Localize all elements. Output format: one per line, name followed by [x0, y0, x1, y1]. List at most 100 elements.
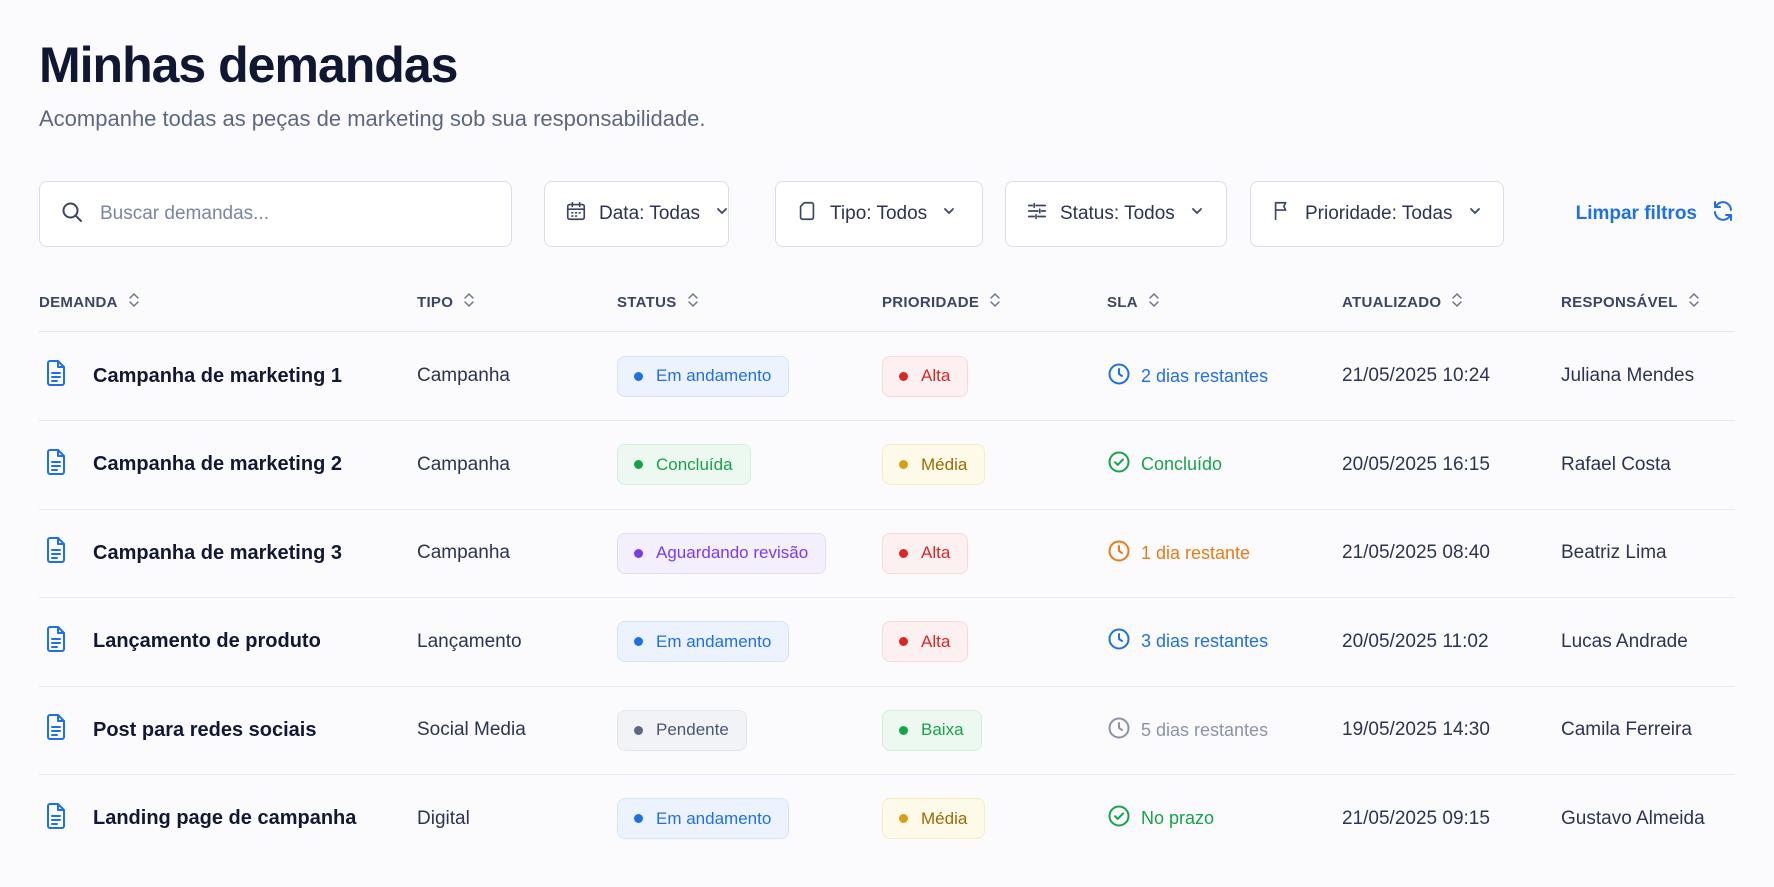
- status-badge: Concluída: [617, 444, 751, 485]
- table-header: DEMANDA TIPO STATUS PRIORIDADE SLA ATUAL…: [39, 270, 1735, 332]
- chevron-down-icon: [941, 203, 957, 225]
- document-icon: [45, 537, 67, 569]
- file-icon: [796, 200, 818, 228]
- updated-cell: 21/05/2025 08:40: [1342, 542, 1490, 563]
- sort-icon: [1148, 292, 1160, 312]
- sla-cell: 3 dias restantes: [1107, 598, 1268, 686]
- clock-icon: [1107, 539, 1131, 568]
- column-header-prioridade[interactable]: PRIORIDADE: [882, 292, 1001, 312]
- status-cell: Concluída: [617, 421, 751, 509]
- calendar-icon: [565, 200, 587, 228]
- date-filter-button[interactable]: Data: Todas: [544, 181, 729, 247]
- date-filter-label: Data: Todas: [599, 203, 701, 224]
- priority-badge: Baixa: [882, 709, 982, 751]
- demand-name-cell[interactable]: Landing page de campanha: [45, 775, 356, 863]
- document-icon: [45, 802, 67, 835]
- priority-cell: Alta: [882, 332, 969, 420]
- column-header-sla[interactable]: SLA: [1107, 292, 1160, 312]
- table-row[interactable]: Lançamento de produto Lançamento Em anda…: [39, 598, 1735, 687]
- sla-cell: 1 dia restante: [1107, 509, 1250, 597]
- status-badge: Aguardando revisão: [617, 532, 827, 574]
- search-icon: [60, 200, 84, 229]
- status-cell: Aguardando revisão: [617, 509, 827, 597]
- updated-cell: 19/05/2025 14:30: [1342, 719, 1490, 740]
- priority-cell: Alta: [882, 509, 969, 597]
- updated-cell: 21/05/2025 09:15: [1342, 807, 1490, 829]
- clear-filters-button[interactable]: Limpar filtros: [1576, 181, 1735, 247]
- sla-cell: 2 dias restantes: [1107, 332, 1268, 420]
- column-header-demanda[interactable]: DEMANDA: [39, 292, 140, 312]
- priority-filter-label: Prioridade: Todas: [1305, 203, 1453, 224]
- status-badge: Em andamento: [617, 798, 790, 839]
- sla-label: 3 dias restantes: [1141, 631, 1269, 651]
- filter-bar: Buscar demandas... Data: Todas Tipo: Tod…: [39, 181, 1735, 247]
- priority-label: Alta: [921, 366, 951, 385]
- priority-cell: Alta: [882, 598, 969, 686]
- type-filter-button[interactable]: Tipo: Todos: [775, 181, 983, 247]
- priority-dot: [899, 371, 908, 381]
- table-row[interactable]: Campanha de marketing 3 Campanha Aguarda…: [39, 509, 1735, 598]
- demand-name: Post para redes sociais: [93, 718, 317, 741]
- search-input[interactable]: Buscar demandas...: [39, 181, 512, 247]
- priority-badge: Média: [882, 444, 986, 485]
- chevron-down-icon: [1189, 203, 1205, 225]
- demand-name: Campanha de marketing 3: [93, 541, 342, 564]
- demand-name: Lançamento de produto: [93, 630, 321, 652]
- priority-dot: [899, 460, 908, 469]
- status-badge: Pendente: [617, 709, 747, 751]
- type-cell: Social Media: [417, 719, 526, 740]
- priority-dot: [899, 814, 908, 823]
- demand-name-cell[interactable]: Campanha de marketing 3: [45, 509, 342, 597]
- clock-icon: [1107, 627, 1131, 656]
- refresh-icon: [1711, 199, 1735, 229]
- sort-icon: [1688, 292, 1700, 312]
- sort-icon: [128, 292, 140, 312]
- check-circle-icon: [1107, 804, 1131, 833]
- demand-name-cell[interactable]: Campanha de marketing 2: [45, 421, 342, 509]
- status-dot: [634, 371, 643, 381]
- document-icon: [45, 360, 67, 392]
- demand-name: Campanha de marketing 1: [93, 364, 342, 387]
- priority-dot: [899, 548, 908, 558]
- priority-badge: Alta: [882, 532, 969, 574]
- status-dot: [634, 725, 643, 735]
- status-label: Aguardando revisão: [656, 543, 809, 562]
- table-row[interactable]: Campanha de marketing 1 Campanha Em anda…: [39, 332, 1735, 421]
- demand-name-cell[interactable]: Lançamento de produto: [45, 598, 321, 686]
- table-row[interactable]: Landing page de campanha Digital Em anda…: [39, 775, 1735, 864]
- clock-icon: [1107, 716, 1131, 745]
- table-row[interactable]: Post para redes sociais Social Media Pen…: [39, 686, 1735, 775]
- document-icon: [45, 448, 67, 481]
- document-icon: [45, 625, 67, 658]
- priority-badge: Média: [882, 798, 986, 839]
- page-title: Minhas demandas: [39, 37, 458, 93]
- owner-cell: Lucas Andrade: [1561, 630, 1688, 652]
- updated-cell: 20/05/2025 11:02: [1342, 630, 1489, 652]
- status-filter-button[interactable]: Status: Todos: [1005, 181, 1227, 247]
- column-header-tipo[interactable]: TIPO: [417, 292, 475, 312]
- column-header-status[interactable]: STATUS: [617, 292, 699, 312]
- status-cell: Em andamento: [617, 332, 790, 420]
- demand-name-cell[interactable]: Post para redes sociais: [45, 686, 316, 774]
- sla-label: 1 dia restante: [1141, 542, 1251, 563]
- demand-name-cell[interactable]: Campanha de marketing 1: [45, 332, 342, 420]
- demand-name: Landing page de campanha: [93, 807, 357, 829]
- priority-filter-button[interactable]: Prioridade: Todas: [1250, 181, 1504, 247]
- sla-label: Concluído: [1141, 454, 1223, 474]
- column-header-atualizado[interactable]: ATUALIZADO: [1342, 292, 1463, 312]
- type-cell: Campanha: [417, 453, 510, 475]
- priority-cell: Média: [882, 775, 986, 863]
- priority-label: Alta: [921, 631, 951, 651]
- table-row[interactable]: Campanha de marketing 2 Campanha Concluí…: [39, 421, 1735, 510]
- sla-label: 5 dias restantes: [1141, 719, 1269, 740]
- document-icon: [45, 714, 67, 746]
- priority-dot: [899, 637, 908, 646]
- column-header-responsavel[interactable]: RESPONSÁVEL: [1561, 292, 1700, 312]
- status-dot: [634, 814, 643, 823]
- search-placeholder: Buscar demandas...: [100, 203, 269, 224]
- priority-label: Média: [921, 454, 968, 474]
- priority-label: Alta: [921, 543, 951, 562]
- demand-name: Campanha de marketing 2: [93, 453, 342, 475]
- priority-cell: Média: [882, 421, 986, 509]
- sla-label: 2 dias restantes: [1141, 365, 1269, 386]
